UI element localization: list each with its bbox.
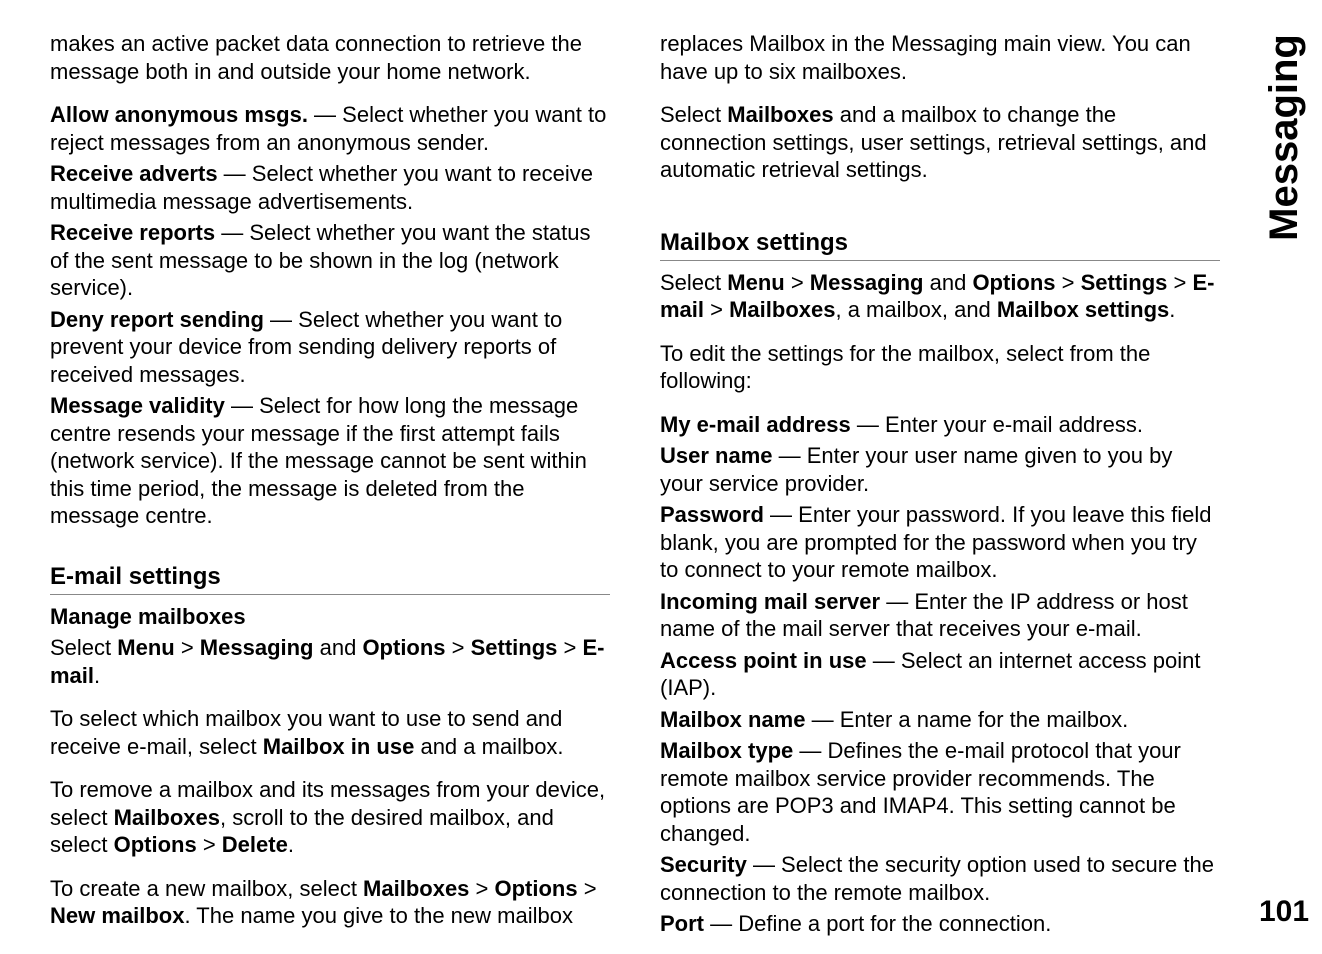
menu-step: Mailboxes bbox=[729, 297, 835, 322]
sub-heading-manage: Manage mailboxes bbox=[50, 603, 610, 631]
setting-item: Security — Select the security option us… bbox=[660, 851, 1220, 906]
text: Select bbox=[660, 270, 727, 295]
setting-text: — Enter a name for the mailbox. bbox=[805, 707, 1128, 732]
text: Select bbox=[660, 102, 727, 127]
text: > bbox=[469, 876, 494, 901]
paragraph: replaces Mailbox in the Messaging main v… bbox=[660, 30, 1220, 85]
setting-item: Port — Define a port for the connection. bbox=[660, 910, 1220, 938]
setting-label: Incoming mail server bbox=[660, 589, 880, 614]
menu-step: Settings bbox=[1081, 270, 1168, 295]
setting-label: User name bbox=[660, 443, 773, 468]
setting-item: Message validity — Select for how long t… bbox=[50, 392, 610, 530]
text: > bbox=[578, 876, 597, 901]
text: > bbox=[1167, 270, 1192, 295]
setting-item: My e-mail address — Enter your e-mail ad… bbox=[660, 411, 1220, 439]
setting-label: Mailbox type bbox=[660, 738, 793, 763]
setting-item: Incoming mail server — Enter the IP addr… bbox=[660, 588, 1220, 643]
setting-item: Mailbox type — Defines the e-mail protoc… bbox=[660, 737, 1220, 847]
section-heading-email: E-mail settings bbox=[50, 562, 610, 595]
text: . bbox=[1169, 297, 1175, 322]
setting-item: Receive reports — Select whether you wan… bbox=[50, 219, 610, 302]
text: > bbox=[557, 635, 582, 660]
setting-label: Receive adverts bbox=[50, 161, 218, 186]
text: and a mailbox. bbox=[414, 734, 563, 759]
text: > bbox=[704, 297, 729, 322]
menu-step: Options bbox=[362, 635, 445, 660]
setting-label: My e-mail address bbox=[660, 412, 851, 437]
right-column: replaces Mailbox in the Messaging main v… bbox=[660, 30, 1220, 924]
setting-item: Mailbox name — Enter a name for the mail… bbox=[660, 706, 1220, 734]
menu-step: Settings bbox=[471, 635, 558, 660]
setting-text: — Enter your e-mail address. bbox=[851, 412, 1143, 437]
menu-step: Menu bbox=[117, 635, 174, 660]
text: . The name you give to the new mailbox bbox=[184, 903, 572, 928]
setting-item: Deny report sending — Select whether you… bbox=[50, 306, 610, 389]
setting-label: Receive reports bbox=[50, 220, 215, 245]
menu-step: Messaging bbox=[810, 270, 924, 295]
text: > bbox=[175, 635, 200, 660]
setting-item: Password — Enter your password. If you l… bbox=[660, 501, 1220, 584]
setting-item: Access point in use — Select an internet… bbox=[660, 647, 1220, 702]
paragraph: To remove a mailbox and its messages fro… bbox=[50, 776, 610, 859]
section-heading-mailbox: Mailbox settings bbox=[660, 228, 1220, 261]
paragraph: To edit the settings for the mailbox, se… bbox=[660, 340, 1220, 395]
ui-label: Options bbox=[495, 876, 578, 901]
section-title-vertical: Messaging bbox=[1262, 34, 1307, 241]
ui-label: Mailboxes bbox=[114, 805, 220, 830]
text: > bbox=[785, 270, 810, 295]
text: > bbox=[197, 832, 222, 857]
page-number: 101 bbox=[1259, 895, 1309, 929]
ui-label: Mailbox in use bbox=[263, 734, 415, 759]
ui-label: Delete bbox=[222, 832, 288, 857]
text: Select bbox=[50, 635, 117, 660]
setting-label: Password bbox=[660, 502, 764, 527]
setting-label: Security bbox=[660, 852, 747, 877]
ui-label: Mailboxes bbox=[363, 876, 469, 901]
ui-label: Options bbox=[114, 832, 197, 857]
setting-item: Receive adverts — Select whether you wan… bbox=[50, 160, 610, 215]
menu-path: Select Menu > Messaging and Options > Se… bbox=[660, 269, 1220, 324]
setting-label: Port bbox=[660, 911, 704, 936]
menu-step: Options bbox=[972, 270, 1055, 295]
menu-step: Menu bbox=[727, 270, 784, 295]
setting-item: User name — Enter your user name given t… bbox=[660, 442, 1220, 497]
ui-label: New mailbox bbox=[50, 903, 184, 928]
left-column: makes an active packet data connection t… bbox=[50, 30, 610, 924]
setting-text: — Define a port for the connection. bbox=[704, 911, 1051, 936]
menu-path: Select Menu > Messaging and Options > Se… bbox=[50, 634, 610, 689]
text: > bbox=[446, 635, 471, 660]
menu-step: Mailbox settings bbox=[997, 297, 1169, 322]
setting-label: Allow anonymous msgs. bbox=[50, 102, 308, 127]
setting-label: Mailbox name bbox=[660, 707, 805, 732]
ui-label: Mailboxes bbox=[727, 102, 833, 127]
setting-item: Allow anonymous msgs. — Select whether y… bbox=[50, 101, 610, 156]
text: and bbox=[314, 635, 363, 660]
setting-label: Deny report sending bbox=[50, 307, 264, 332]
document-page: makes an active packet data connection t… bbox=[0, 0, 1322, 954]
text: , a mailbox, and bbox=[835, 297, 996, 322]
page-sidebar: Messaging 101 bbox=[1254, 20, 1314, 934]
menu-step: Messaging bbox=[200, 635, 314, 660]
text: and bbox=[924, 270, 973, 295]
text: To create a new mailbox, select bbox=[50, 876, 363, 901]
paragraph: makes an active packet data connection t… bbox=[50, 30, 610, 85]
paragraph: To select which mailbox you want to use … bbox=[50, 705, 610, 760]
text: > bbox=[1056, 270, 1081, 295]
setting-label: Message validity bbox=[50, 393, 225, 418]
setting-label: Access point in use bbox=[660, 648, 867, 673]
text: . bbox=[288, 832, 294, 857]
paragraph: Select Mailboxes and a mailbox to change… bbox=[660, 101, 1220, 184]
paragraph: To create a new mailbox, select Mailboxe… bbox=[50, 875, 610, 930]
text: . bbox=[94, 663, 100, 688]
